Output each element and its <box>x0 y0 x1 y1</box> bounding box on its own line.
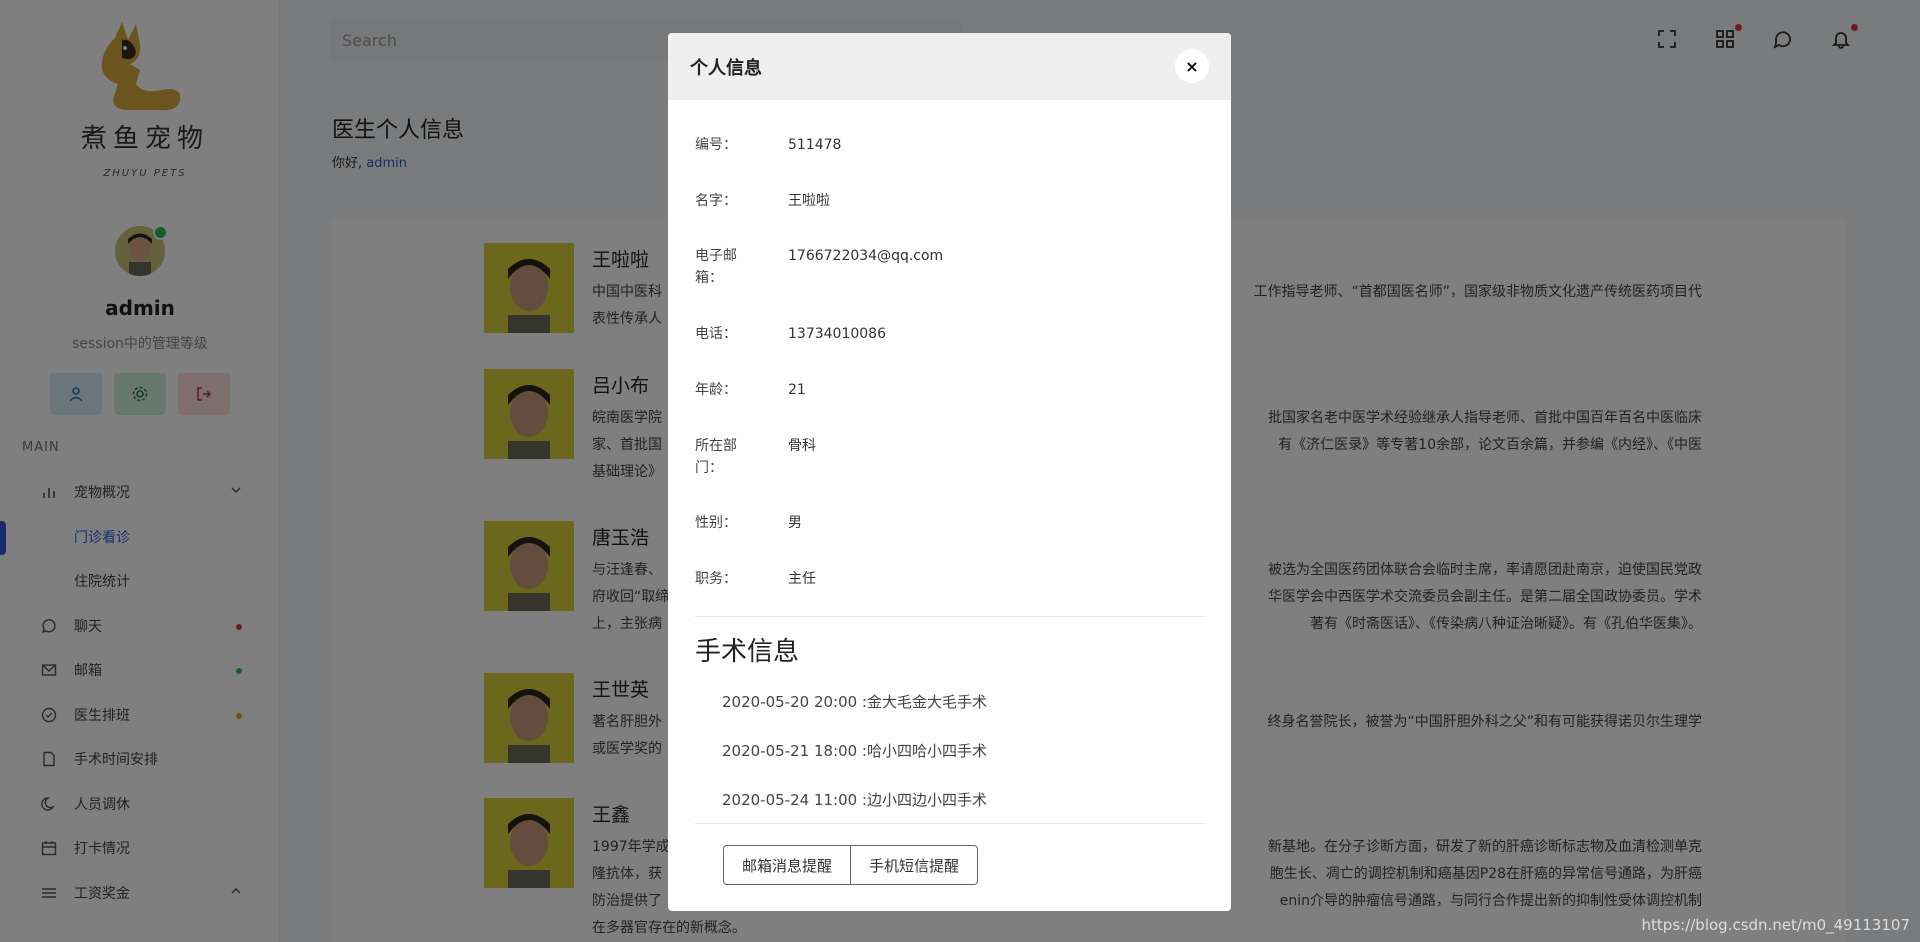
surgery-item: 2020-05-21 18:00 :哈小四哈小四手术 <box>722 742 987 760</box>
modal-header: 个人信息 <box>668 33 1231 100</box>
field-label: 电话： <box>695 326 737 342</box>
field-label: 年龄： <box>695 382 737 398</box>
divider <box>695 823 1205 824</box>
surgery-section-title: 手术信息 <box>695 637 800 667</box>
divider <box>695 616 1205 617</box>
surgery-item: 2020-05-24 11:00 :边小四边小四手术 <box>722 791 987 809</box>
field-value: 骨科 <box>788 438 816 454</box>
field-label: 编号： <box>695 137 737 153</box>
field-label: 性别： <box>695 515 737 531</box>
surgery-item: 2020-05-20 20:00 :金大毛金大毛手术 <box>722 693 987 711</box>
field-value: 1766722034@qq.com <box>788 248 944 264</box>
close-button[interactable]: × <box>1175 49 1209 83</box>
field-value: 男 <box>788 515 802 531</box>
field-value: 13734010086 <box>788 326 886 342</box>
field-label: 所在部门： <box>695 438 737 476</box>
field-value: 511478 <box>788 137 842 153</box>
close-icon: × <box>1185 56 1199 76</box>
field-label: 名字： <box>695 193 737 209</box>
reminder-button-group: 邮箱消息提醒 手机短信提醒 <box>723 845 979 885</box>
sms-reminder-button[interactable]: 手机短信提醒 <box>851 845 979 885</box>
field-value: 21 <box>788 382 806 398</box>
watermark: https://blog.csdn.net/m0_49113107 <box>1641 916 1910 934</box>
field-label: 职务： <box>695 571 737 587</box>
email-reminder-button[interactable]: 邮箱消息提醒 <box>723 845 852 885</box>
field-label: 电子邮箱： <box>695 248 737 286</box>
field-value: 主任 <box>788 571 816 587</box>
personal-info-modal: 个人信息 × 编号： 511478 名字： 王啦啦 电子邮箱： 17667220… <box>668 33 1231 911</box>
field-value: 王啦啦 <box>788 193 830 209</box>
modal-title: 个人信息 <box>690 57 762 79</box>
